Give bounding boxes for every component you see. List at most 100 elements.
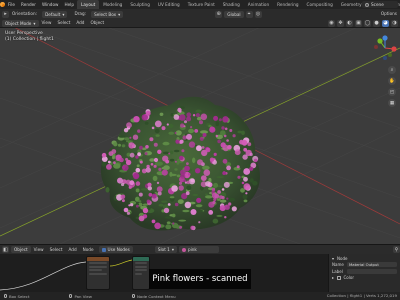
shading-wireframe-icon[interactable]: ◯	[364, 19, 371, 27]
node-menu-add[interactable]: Add	[66, 245, 80, 254]
snap-icon[interactable]: ⌖	[245, 10, 253, 18]
blossom	[243, 168, 251, 175]
blossom	[139, 145, 143, 150]
orientation-dropdown[interactable]: Default ▾	[42, 10, 68, 18]
pivot-dropdown[interactable]: Global	[224, 10, 244, 18]
flower-mesh[interactable]	[90, 83, 270, 243]
shading-solid-icon[interactable]: ●	[373, 19, 380, 27]
leaf	[112, 155, 115, 160]
tool-settings-header: ▸ Orientation: Default ▾ Drag: Select Bo…	[0, 9, 400, 19]
pin-icon[interactable]: ⚲	[393, 246, 400, 253]
menu-view[interactable]: View	[39, 19, 55, 27]
blossom	[186, 133, 192, 140]
pan-hand-icon[interactable]: ✋	[388, 77, 396, 85]
options-menu[interactable]: Options	[378, 9, 400, 19]
tab-compositing[interactable]: Compositing	[303, 0, 337, 9]
leaf	[166, 221, 171, 224]
blossom	[195, 113, 200, 118]
gizmo-toggle-icon[interactable]: ✥	[337, 19, 344, 27]
blossom	[138, 192, 143, 197]
leaf	[176, 174, 181, 178]
use-nodes-toggle[interactable]: Use Nodes	[98, 246, 133, 253]
navigation-gizmo[interactable]	[372, 35, 398, 61]
blossom	[177, 107, 182, 113]
editor-type-icon[interactable]: ◧	[2, 246, 9, 253]
shading-rendered-icon[interactable]: ◑	[391, 19, 398, 27]
blossom	[243, 183, 251, 191]
3d-viewport[interactable]: User Perspective (1) Collection | flight…	[0, 28, 400, 244]
node-menu-node[interactable]: Node	[80, 245, 97, 254]
blossom	[184, 165, 190, 172]
leaf	[165, 224, 172, 230]
color-section-header[interactable]: ▸ Color	[332, 275, 397, 282]
editor-object-dropdown[interactable]: Object	[11, 246, 31, 253]
blossom	[184, 201, 192, 209]
checkbox-icon[interactable]	[337, 276, 341, 280]
blossom	[148, 192, 153, 197]
menu-file[interactable]: File	[5, 0, 18, 9]
blossom	[205, 181, 211, 187]
tab-texture-paint[interactable]: Texture Paint	[184, 0, 219, 9]
drag-dropdown[interactable]: Select Box ▾	[91, 10, 124, 18]
proportional-edit-icon[interactable]: ◎	[254, 10, 262, 18]
node-menu-select[interactable]: Select	[47, 245, 66, 254]
scene-selector[interactable]: Scene	[362, 1, 398, 8]
leaf	[159, 112, 164, 116]
tab-modeling[interactable]: Modeling	[99, 0, 126, 9]
leaf	[202, 165, 210, 170]
select-tool-icon[interactable]: ▸	[2, 10, 9, 18]
blossom	[222, 171, 226, 175]
chevron-down-icon: ▾	[33, 20, 36, 26]
slot-dropdown[interactable]: Slot 1 ▾	[154, 246, 177, 253]
leaf	[125, 140, 134, 143]
leaf	[165, 216, 172, 219]
blossom	[231, 206, 237, 212]
blossom	[122, 164, 129, 171]
name-field[interactable]: Material Output	[347, 262, 397, 268]
camera-icon[interactable]: ◰	[388, 88, 396, 96]
label-field[interactable]	[347, 268, 397, 274]
leaf	[169, 150, 174, 155]
blossom	[186, 116, 192, 122]
tab-shading[interactable]: Shading	[219, 0, 244, 9]
blossom	[149, 137, 154, 142]
xray-icon[interactable]: ▣	[355, 19, 362, 27]
grid-icon[interactable]: ▦	[388, 99, 396, 107]
tab-rendering[interactable]: Rendering	[273, 0, 302, 9]
visibility-icon[interactable]: ◉	[328, 19, 335, 27]
name-value: Material Output	[349, 262, 379, 268]
tab-layout[interactable]: Layout	[77, 0, 100, 9]
transform-orientation-icon[interactable]: ⊕	[215, 10, 223, 18]
menu-window[interactable]: Window	[39, 0, 62, 9]
shading-material-icon[interactable]: ◕	[382, 19, 389, 27]
zoom-icon[interactable]: ⌕	[388, 66, 396, 74]
mode-dropdown[interactable]: Object Mode ▾	[2, 19, 39, 27]
menu-object[interactable]: Object	[87, 19, 107, 27]
blossom	[175, 139, 180, 144]
menu-select[interactable]: Select	[54, 19, 73, 27]
material-selector[interactable]: pink	[178, 246, 219, 253]
blossom	[190, 225, 195, 230]
node-menu-view[interactable]: View	[31, 245, 47, 254]
overlay-icon[interactable]: ◐	[346, 19, 353, 27]
blossom	[188, 173, 191, 176]
leaf	[117, 143, 122, 147]
blossom	[130, 203, 134, 207]
image-texture-node[interactable]	[86, 256, 110, 290]
blossom	[153, 164, 157, 168]
drag-value: Select Box	[94, 11, 117, 17]
blossom	[217, 190, 221, 194]
tab-sculpting[interactable]: Sculpting	[126, 0, 154, 9]
menu-add[interactable]: Add	[73, 19, 87, 27]
menu-help[interactable]: Help	[61, 0, 77, 9]
leaf	[192, 193, 199, 197]
blossom	[220, 142, 226, 148]
tab-animation[interactable]: Animation	[244, 0, 273, 9]
leaf	[246, 164, 250, 168]
tab-uv-editing[interactable]: UV Editing	[154, 0, 184, 9]
blossom	[180, 123, 185, 128]
blossom	[145, 167, 151, 173]
menu-render[interactable]: Render	[18, 0, 39, 9]
principled-bsdf-node[interactable]	[132, 256, 150, 290]
blossom	[174, 160, 177, 163]
